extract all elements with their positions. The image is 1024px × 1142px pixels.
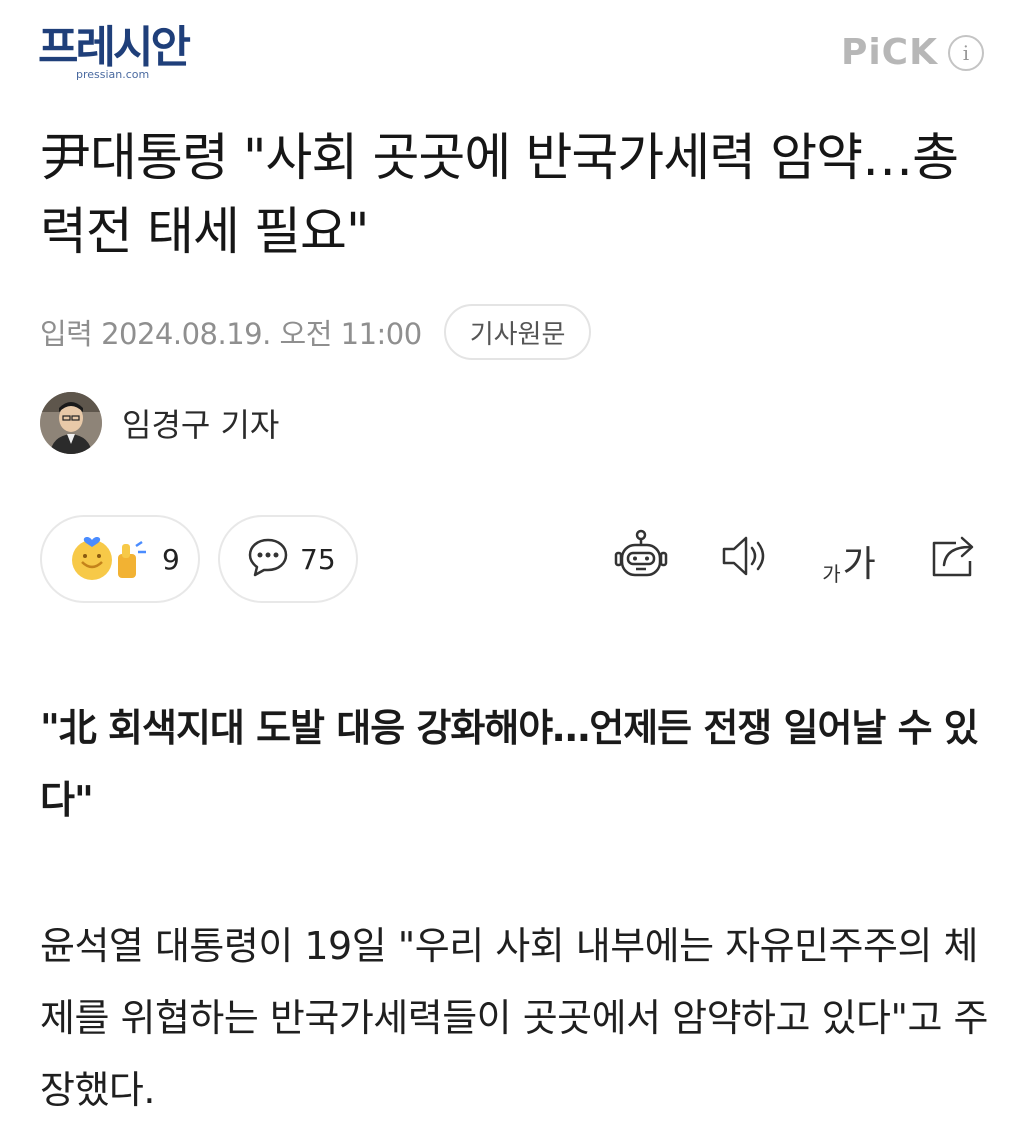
info-icon[interactable]: i (948, 34, 984, 71)
font-size-button[interactable]: 가 가 (818, 525, 880, 587)
article-tools: 가 가 (610, 525, 984, 587)
speaker-icon[interactable] (714, 525, 776, 587)
app-header: 프레시안 pressian.com PiCK i (0, 0, 1024, 100)
reaction-button[interactable]: 9 (40, 515, 200, 603)
reporter-info[interactable]: 임경구 기자 (40, 392, 279, 454)
original-article-button[interactable]: 기사원문 (443, 304, 592, 360)
pressian-logo[interactable]: 프레시안 pressian.com (38, 22, 191, 82)
comment-bubble-icon (246, 535, 290, 583)
font-size-small-glyph: 가 (822, 562, 841, 586)
share-icon[interactable] (922, 525, 984, 587)
pick-label: PiCK (840, 32, 938, 73)
article-title: 尹대통령 "사회 곳곳에 반국가세력 암약…총력전 태세 필요" (40, 129, 959, 262)
reaction-bar: 9 75 (40, 515, 358, 603)
comment-count: 75 (300, 542, 336, 576)
article-meta: 입력 2024.08.19. 오전 11:00 기사원문 (40, 304, 592, 360)
article-subheadline: "北 회색지대 도발 대응 강화해야…언제든 전쟁 일어날 수 있다" (40, 706, 979, 822)
logo-text: 프레시안 (38, 22, 191, 73)
robot-summary-icon[interactable] (610, 525, 672, 587)
comment-button[interactable]: 75 (218, 515, 358, 603)
article-body: 윤석열 대통령이 19일 "우리 사회 내부에는 자유민주주의 체제를 위협하는… (40, 924, 988, 1112)
reaction-emoji-icon (68, 532, 152, 586)
pick-badge[interactable]: PiCK i (841, 32, 984, 73)
reporter-avatar (40, 392, 102, 454)
reaction-count: 9 (162, 542, 180, 576)
publish-date: 입력 2024.08.19. 오전 11:00 (40, 317, 422, 351)
reporter-name: 임경구 기자 (122, 406, 280, 444)
font-size-large-glyph: 가 (842, 544, 876, 585)
